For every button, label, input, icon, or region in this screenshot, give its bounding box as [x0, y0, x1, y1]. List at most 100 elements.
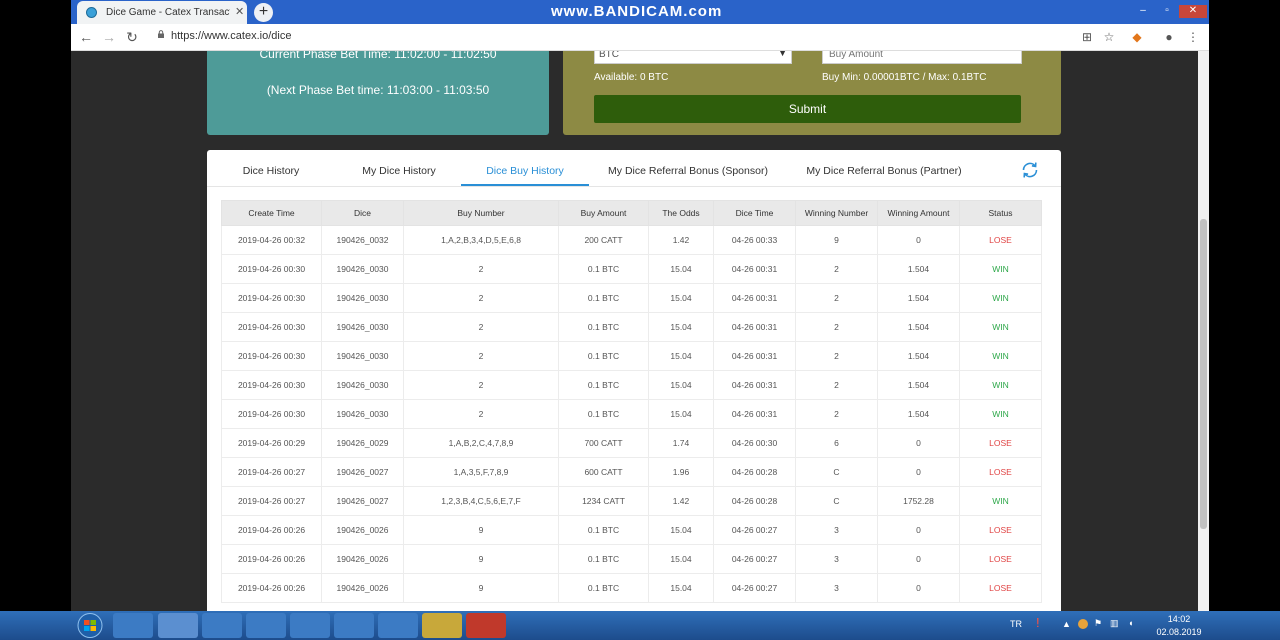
table-cell: 1.504: [877, 312, 960, 342]
table-cell: 15.04: [648, 515, 714, 545]
table-cell: 0: [877, 225, 960, 255]
clock-date[interactable]: 02.08.2019: [1152, 627, 1206, 637]
table-cell: 1,A,2,B,3,4,D,5,E,6,8: [403, 225, 559, 255]
network-icon[interactable]: ▥: [1110, 618, 1119, 629]
flag-icon[interactable]: ⚑: [1094, 618, 1102, 629]
table-cell: 04-26 00:27: [713, 544, 796, 574]
buy-history-table: Create Time Dice Buy Number Buy Amount The O…: [221, 200, 1042, 603]
table-cell: 9: [403, 573, 559, 603]
bookmark-star-icon[interactable]: ☆: [1101, 29, 1117, 45]
table-cell: 190426_0032: [321, 225, 404, 255]
scrollbar-thumb[interactable]: [1200, 219, 1207, 529]
table-cell: 15.04: [648, 573, 714, 603]
tab-referral-bonus-sponsor[interactable]: My Dice Referral Bonus (Sponsor): [605, 150, 771, 186]
close-tab-icon[interactable]: ✕: [235, 5, 244, 18]
language-indicator[interactable]: TR: [1010, 619, 1022, 629]
table-cell: 1752.28: [877, 486, 960, 516]
profile-icon[interactable]: ●: [1161, 29, 1177, 45]
buy-limits: Buy Min: 0.00001BTC / Max: 0.1BTC: [822, 72, 987, 83]
table-cell: 9: [403, 515, 559, 545]
column-header: The Odds: [648, 200, 714, 226]
browser-window: Dice Game - Catex Transaction M ✕ + www.…: [71, 0, 1209, 611]
chrome-taskbar-icon[interactable]: [158, 613, 198, 638]
submit-button[interactable]: Submit: [594, 95, 1021, 123]
forward-arrow-icon[interactable]: →: [100, 28, 118, 46]
table-cell: 04-26 00:33: [713, 225, 796, 255]
back-arrow-icon[interactable]: ←: [77, 28, 95, 46]
current-phase-bet-time: Current Phase Bet Time: 11:02:00 - 11:02…: [259, 51, 497, 61]
spotify-taskbar-icon[interactable]: [378, 613, 418, 638]
reload-icon[interactable]: ↻: [123, 28, 141, 46]
table-row: 2019-04-26 00:27 190426_0027 1,2,3,B,4,C,5…: [221, 486, 1042, 516]
tab-title: Dice Game - Catex Transaction M: [106, 7, 230, 18]
page-scrollbar[interactable]: [1198, 51, 1209, 611]
dropdown-arrow-icon: ▼: [778, 51, 787, 58]
close-window-icon[interactable]: ✕: [1179, 5, 1207, 18]
table-cell: 190426_0029: [321, 428, 404, 458]
media-player-taskbar-icon[interactable]: [113, 613, 153, 638]
window-controls: – ▫ ✕: [1131, 0, 1209, 18]
new-tab-button[interactable]: +: [254, 3, 273, 22]
app-taskbar-icon[interactable]: [202, 613, 242, 638]
history-tabs: Dice History My Dice History Dice Buy Hi…: [207, 150, 1061, 187]
next-phase-bet-time: (Next Phase Bet time: 11:03:00 - 11:03:5…: [266, 83, 490, 97]
volume-icon[interactable]: ◖: [1128, 618, 1133, 628]
table-cell: 15.04: [648, 341, 714, 371]
table-cell: 0: [877, 457, 960, 487]
tab-referral-bonus-partner[interactable]: My Dice Referral Bonus (Partner): [803, 150, 965, 186]
maximize-icon[interactable]: ▫: [1155, 5, 1179, 18]
bandicam-taskbar-icon[interactable]: [466, 613, 506, 638]
coin-select[interactable]: BTC ▼: [594, 51, 792, 64]
notes-taskbar-icon[interactable]: [422, 613, 462, 638]
table-cell: 2: [403, 254, 559, 284]
table-cell: 2019-04-26 00:30: [221, 254, 322, 284]
browser-tab[interactable]: Dice Game - Catex Transaction M ✕: [77, 1, 247, 24]
table-cell: 04-26 00:31: [713, 254, 796, 284]
address-bar[interactable]: https://www.catex.io/dice: [149, 27, 1149, 47]
available-balance: Available: 0 BTC: [594, 72, 669, 83]
buy-amount-input[interactable]: [822, 51, 1022, 64]
table-cell: 0: [877, 428, 960, 458]
table-cell: 0.1 BTC: [558, 515, 649, 545]
table-cell: 1.504: [877, 399, 960, 429]
table-cell: 2: [795, 254, 878, 284]
start-button-icon[interactable]: [74, 611, 106, 640]
table-cell: 2: [795, 341, 878, 371]
alert-icon[interactable]: !: [1036, 615, 1040, 630]
table-cell: 2019-04-26 00:30: [221, 399, 322, 429]
explorer-taskbar-icon[interactable]: [246, 613, 286, 638]
tray-app-icon[interactable]: [1078, 619, 1088, 629]
table-row: 2019-04-26 00:30 190426_0030 2 0.1 BTC 15.04…: [221, 283, 1042, 313]
column-header: Dice Time: [713, 200, 796, 226]
table-cell: 0.1 BTC: [558, 544, 649, 574]
refresh-icon[interactable]: [1019, 159, 1041, 181]
status-cell: WIN: [959, 399, 1042, 429]
menu-dots-icon[interactable]: ⋮: [1185, 29, 1201, 45]
table-cell: 0.1 BTC: [558, 370, 649, 400]
status-cell: LOSE: [959, 573, 1042, 603]
table-cell: 2: [795, 283, 878, 313]
column-header: Buy Amount: [558, 200, 649, 226]
tab-dice-history[interactable]: Dice History: [223, 150, 319, 186]
utorrent-taskbar-icon[interactable]: [334, 613, 374, 638]
table-cell: 190426_0026: [321, 573, 404, 603]
tray-expand-icon[interactable]: ▲: [1062, 619, 1071, 629]
recording-watermark: www.BANDICAM.com: [551, 3, 723, 20]
brave-taskbar-icon[interactable]: [290, 613, 330, 638]
table-cell: C: [795, 457, 878, 487]
table-cell: 3: [795, 573, 878, 603]
minimize-icon[interactable]: –: [1131, 5, 1155, 18]
system-tray: TR ! ▲ ⚑ ▥ ◖ 14:02 02.08.2019: [1006, 611, 1280, 640]
clock-time[interactable]: 14:02: [1152, 614, 1206, 624]
metamask-extension-icon[interactable]: ◆: [1129, 29, 1145, 45]
tab-dice-buy-history[interactable]: Dice Buy History: [461, 150, 589, 186]
tab-my-dice-history[interactable]: My Dice History: [345, 150, 453, 186]
history-card: Dice History My Dice History Dice Buy Hi…: [207, 150, 1061, 611]
table-row: 2019-04-26 00:26 190426_0026 9 0.1 BTC 15.04…: [221, 544, 1042, 574]
status-cell: WIN: [959, 370, 1042, 400]
table-cell: 2019-04-26 00:32: [221, 225, 322, 255]
table-cell: 15.04: [648, 370, 714, 400]
translate-icon[interactable]: ⊞: [1079, 29, 1095, 45]
table-cell: 04-26 00:28: [713, 486, 796, 516]
table-cell: 1.42: [648, 225, 714, 255]
